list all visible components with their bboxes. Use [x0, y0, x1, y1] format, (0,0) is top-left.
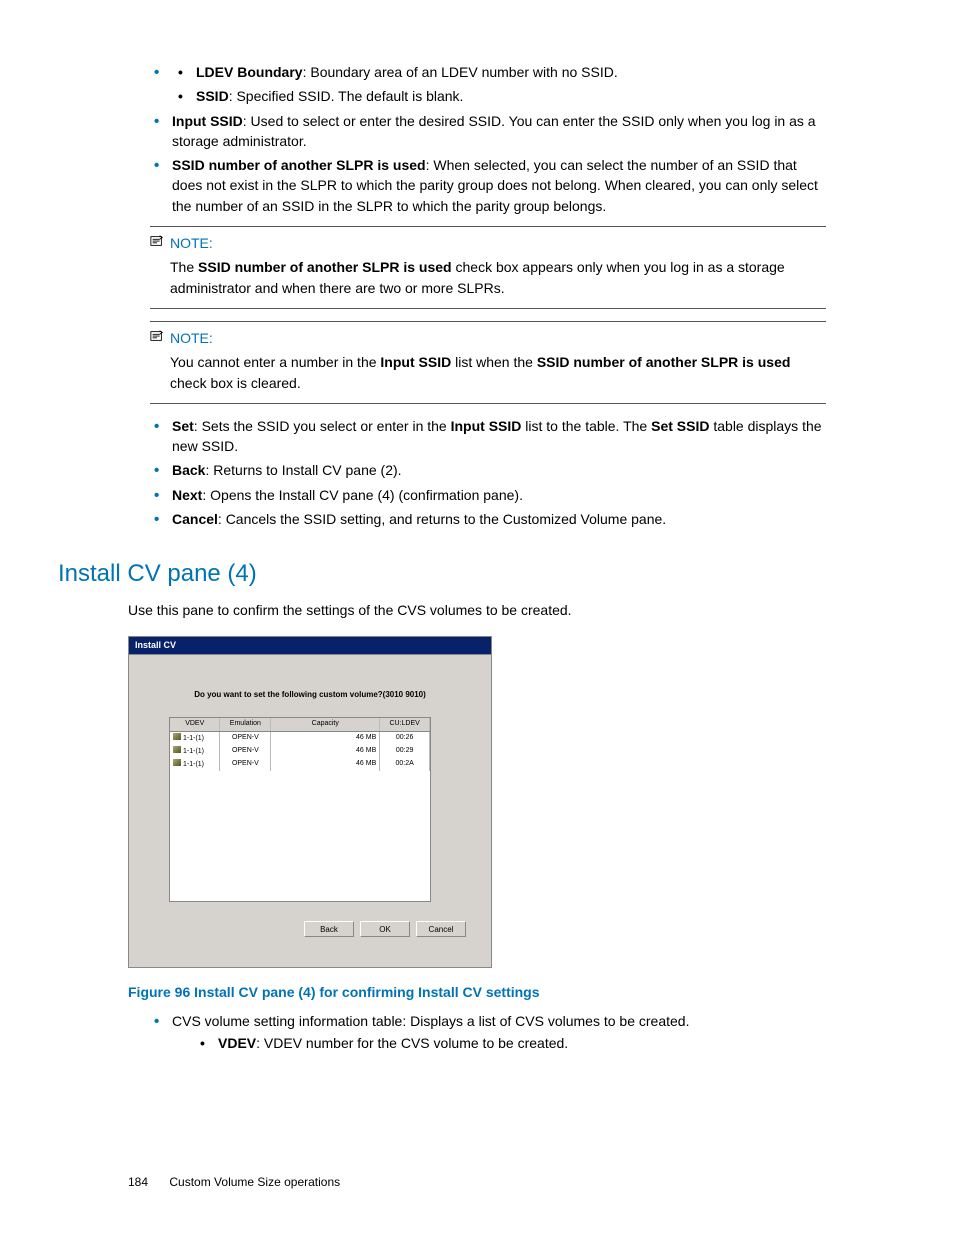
ldev-text: : Boundary area of an LDEV number with n…	[303, 64, 618, 80]
cancel-text: : Cancels the SSID setting, and returns …	[218, 511, 666, 527]
bullet-cvs-table: CVS volume setting information table: Di…	[150, 1011, 826, 1054]
section-intro: Use this pane to confirm the settings of…	[128, 600, 826, 620]
bullet-set: Set: Sets the SSID you select or enter i…	[150, 416, 826, 457]
install-cv-screenshot: Install CV Do you want to set the follow…	[128, 636, 492, 968]
dialog-ok-button[interactable]: OK	[360, 921, 410, 937]
another-slpr-label: SSID number of another SLPR is used	[172, 157, 426, 173]
note-text-2: You cannot enter a number in the Input S…	[170, 352, 826, 393]
ssid-label: SSID	[196, 88, 229, 104]
bullet-vdev: VDEV: VDEV number for the CVS volume to …	[198, 1033, 826, 1053]
set-mid1: : Sets the SSID you select or enter in t…	[194, 418, 451, 434]
note2-post: check box is cleared.	[170, 375, 301, 391]
table-row[interactable]: 1-1-(1)OPEN-V46 MB00:26	[170, 731, 430, 745]
footer-title: Custom Volume Size operations	[169, 1175, 340, 1189]
table-row[interactable]: 1-1-(1)OPEN-V46 MB00:29	[170, 745, 430, 758]
input-ssid-text: : Used to select or enter the desired SS…	[172, 113, 816, 149]
set-label: Set	[172, 418, 194, 434]
next-label: Next	[172, 487, 202, 503]
note-block-1: NOTE: The SSID number of another SLPR is…	[150, 226, 826, 309]
bullet-back: Back: Returns to Install CV pane (2).	[150, 460, 826, 480]
bullet-input-ssid: Input SSID: Used to select or enter the …	[150, 111, 826, 152]
ldev-label: LDEV Boundary	[196, 64, 303, 80]
th-culdev[interactable]: CU:LDEV	[380, 718, 430, 731]
th-emulation[interactable]: Emulation	[220, 718, 271, 731]
page-number: 184	[128, 1175, 148, 1189]
ssid-text: : Specified SSID. The default is blank.	[229, 88, 464, 104]
note-block-2: NOTE: You cannot enter a number in the I…	[150, 321, 826, 404]
note2-bold1: Input SSID	[380, 354, 451, 370]
note-icon	[150, 233, 166, 247]
note-text-1: The SSID number of another SLPR is used …	[170, 257, 826, 298]
cvs-table-text: CVS volume setting information table: Di…	[172, 1013, 689, 1029]
next-text: : Opens the Install CV pane (4) (confirm…	[202, 487, 523, 503]
set-bold1: Input SSID	[451, 418, 522, 434]
dialog-back-button[interactable]: Back	[304, 921, 354, 937]
note2-mid: list when the	[451, 354, 537, 370]
bullet-cancel: Cancel: Cancels the SSID setting, and re…	[150, 509, 826, 529]
dialog-cancel-button[interactable]: Cancel	[416, 921, 466, 937]
note-icon	[150, 328, 166, 342]
note-label: NOTE:	[170, 330, 213, 346]
volume-table: VDEV Emulation Capacity CU:LDEV 1-1-(1)O…	[169, 717, 431, 902]
section-heading: Install CV pane (4)	[58, 557, 826, 592]
bullet-next: Next: Opens the Install CV pane (4) (con…	[150, 485, 826, 505]
vdev-text: : VDEV number for the CVS volume to be c…	[256, 1035, 568, 1051]
bullet-ssid: SSID: Specified SSID. The default is bla…	[176, 86, 826, 106]
note2-bold2: SSID number of another SLPR is used	[537, 354, 791, 370]
cancel-label: Cancel	[172, 511, 218, 527]
note1-bold: SSID number of another SLPR is used	[198, 259, 452, 275]
figure-caption: Figure 96 Install CV pane (4) for confir…	[128, 982, 826, 1002]
table-row[interactable]: 1-1-(1)OPEN-V46 MB00:2A	[170, 758, 430, 771]
th-capacity[interactable]: Capacity	[271, 718, 380, 731]
input-ssid-label: Input SSID	[172, 113, 243, 129]
note-label: NOTE:	[170, 235, 213, 251]
bullet-ldev-boundary: LDEV Boundary: Boundary area of an LDEV …	[176, 62, 826, 82]
back-text: : Returns to Install CV pane (2).	[205, 462, 401, 478]
note2-pre: You cannot enter a number in the	[170, 354, 380, 370]
bullet-another-slpr: SSID number of another SLPR is used: Whe…	[150, 155, 826, 216]
page-footer: 184 Custom Volume Size operations	[128, 1174, 340, 1191]
note1-pre: The	[170, 259, 198, 275]
dialog-title: Install CV	[129, 637, 491, 655]
vdev-label: VDEV	[218, 1035, 256, 1051]
set-mid2: list to the table. The	[521, 418, 651, 434]
dialog-question: Do you want to set the following custom …	[129, 689, 491, 701]
th-vdev[interactable]: VDEV	[170, 718, 220, 731]
back-label: Back	[172, 462, 205, 478]
set-bold2: Set SSID	[651, 418, 709, 434]
